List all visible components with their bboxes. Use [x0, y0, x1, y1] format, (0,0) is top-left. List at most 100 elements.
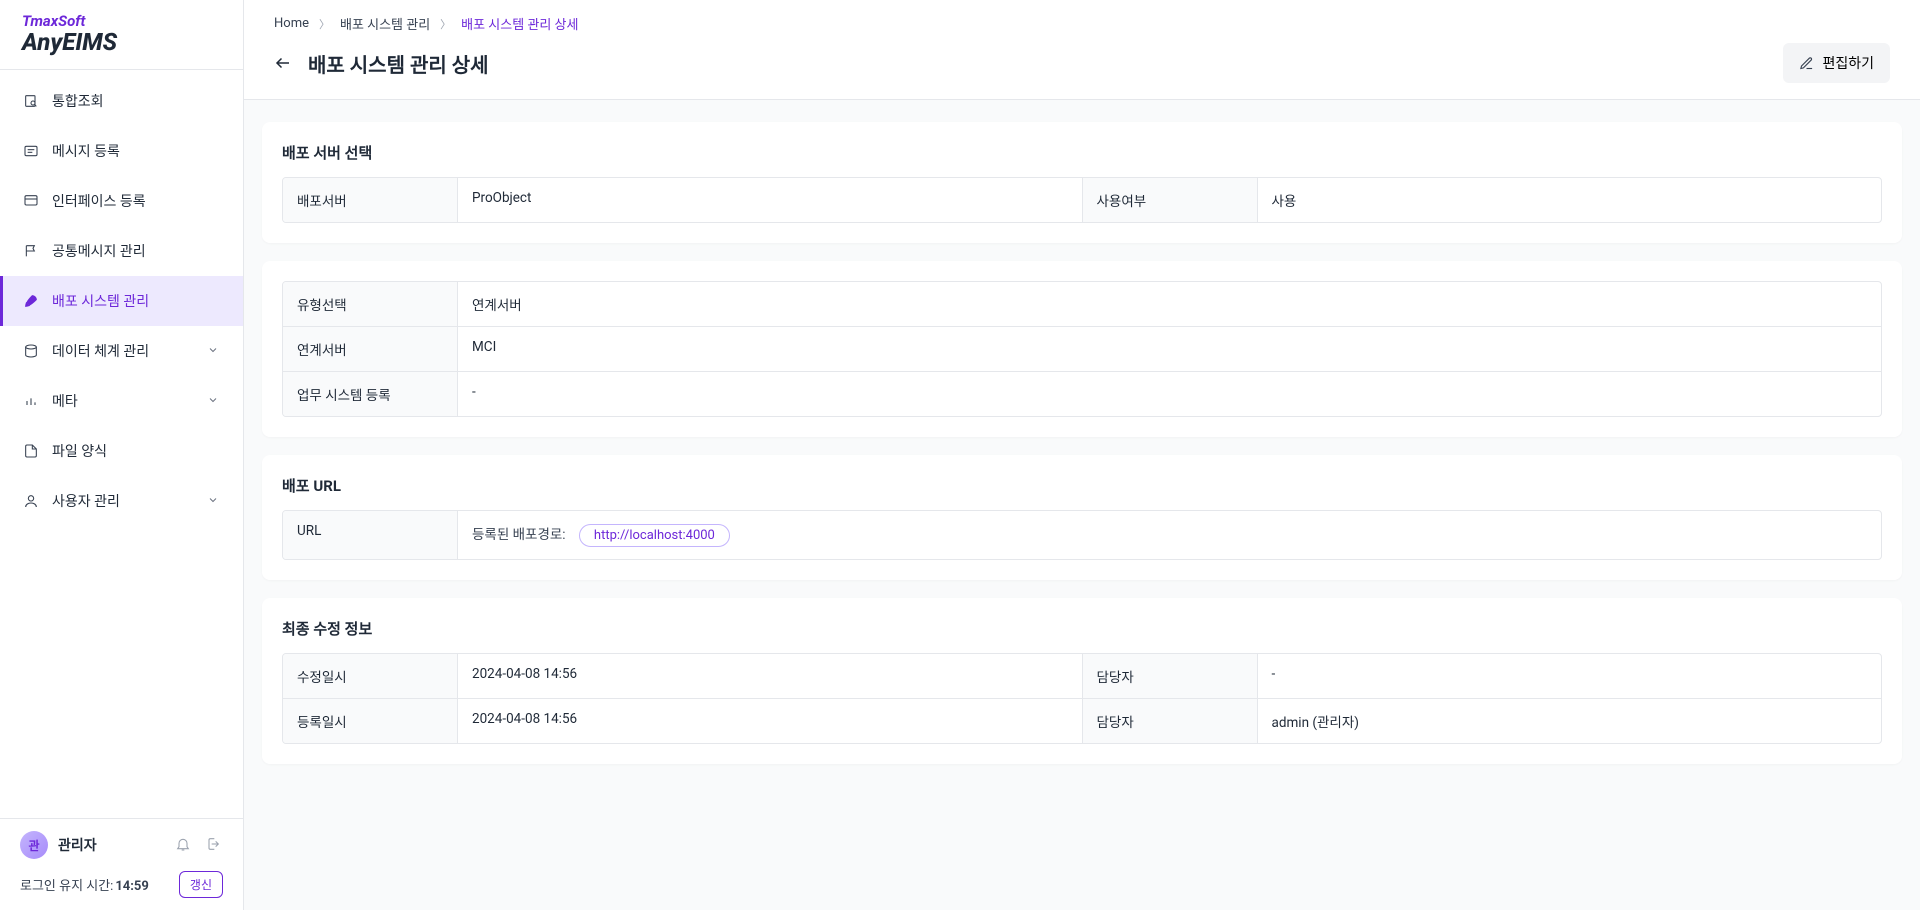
crumb-home[interactable]: Home	[274, 16, 309, 31]
field-label: 유형선택	[283, 282, 458, 326]
sidebar-item-deploy[interactable]: 배포 시스템 관리	[0, 276, 243, 326]
sidebar-item-users[interactable]: 사용자 관리	[0, 476, 243, 526]
sidebar-item-interface[interactable]: 인터페이스 등록	[0, 176, 243, 226]
table-row: 유형선택 연계서버	[283, 282, 1881, 327]
field-value: 2024-04-08 14:56	[458, 654, 1083, 698]
sidebar-item-common-message[interactable]: 공통메시지 관리	[0, 226, 243, 276]
main-header: Home 〉 배포 시스템 관리 〉 배포 시스템 관리 상세 배포 시스템 관…	[244, 0, 1920, 100]
page-title: 배포 시스템 관리 상세	[308, 49, 489, 78]
chevron-down-icon	[207, 494, 221, 508]
file-icon	[22, 442, 40, 460]
table-row: 등록일시 2024-04-08 14:56 담당자 admin (관리자)	[283, 699, 1881, 743]
card-server-select: 배포 서버 선택 배포서버 ProObject 사용여부 사용	[262, 122, 1902, 243]
chevron-down-icon	[207, 394, 221, 408]
url-prefix: 등록된 배포경로:	[472, 527, 566, 543]
rocket-icon	[22, 292, 40, 310]
session-label: 로그인 유지 시간:14:59	[20, 875, 149, 894]
avatar[interactable]: 관	[20, 831, 48, 859]
field-value: MCI	[458, 327, 1881, 371]
table-row: 수정일시 2024-04-08 14:56 담당자 -	[283, 654, 1881, 699]
edit-button[interactable]: 편집하기	[1783, 43, 1890, 83]
field-value: admin (관리자)	[1258, 699, 1882, 743]
sidebar-footer: 관 관리자 로그인 유지 시간:14:59 갱신	[0, 818, 243, 910]
search-doc-icon	[22, 92, 40, 110]
chart-icon	[22, 392, 40, 410]
card-type: 유형선택 연계서버 연계서버 MCI 업무 시스템 등록 -	[262, 261, 1902, 437]
field-label: 등록일시	[283, 699, 458, 743]
sidebar-item-meta[interactable]: 메타	[0, 376, 243, 426]
sidebar-nav: 통합조회 메시지 등록 인터페이스 등록 공통메시지 관리 배포 시스템 관리 …	[0, 70, 243, 818]
edit-button-label: 편집하기	[1822, 53, 1874, 73]
sidebar-item-data[interactable]: 데이터 체계 관리	[0, 326, 243, 376]
logo[interactable]: TmaxSoft AnyEIMS	[0, 0, 243, 70]
sidebar-item-label: 데이터 체계 관리	[52, 341, 207, 361]
session-row: 로그인 유지 시간:14:59 갱신	[20, 871, 223, 898]
sidebar-item-label: 메타	[52, 391, 207, 411]
field-label: 연계서버	[283, 327, 458, 371]
sidebar-item-label: 통합조회	[52, 91, 221, 111]
field-value: -	[1258, 654, 1882, 698]
crumb-level2: 배포 시스템 관리 상세	[461, 14, 578, 33]
sidebar: TmaxSoft AnyEIMS 통합조회 메시지 등록 인터페이스 등록 공통…	[0, 0, 244, 910]
card-title: 배포 서버 선택	[282, 142, 1882, 163]
crumb-level1[interactable]: 배포 시스템 관리	[340, 14, 430, 33]
database-icon	[22, 342, 40, 360]
flag-icon	[22, 242, 40, 260]
card-url: 배포 URL URL 등록된 배포경로: http://localhost:40…	[262, 455, 1902, 580]
chevron-right-icon: 〉	[440, 16, 451, 32]
user-name: 관리자	[58, 835, 163, 855]
user-row: 관 관리자	[20, 831, 223, 859]
table-row: URL 등록된 배포경로: http://localhost:4000	[283, 511, 1881, 559]
sidebar-item-label: 인터페이스 등록	[52, 191, 221, 211]
logo-company: TmaxSoft	[22, 14, 223, 29]
logo-product: AnyEIMS	[22, 29, 223, 55]
chevron-right-icon: 〉	[319, 16, 330, 32]
field-value: 연계서버	[458, 282, 1881, 326]
field-value: -	[458, 372, 1881, 416]
session-time: 14:59	[115, 879, 149, 894]
table-row: 배포서버 ProObject 사용여부 사용	[283, 178, 1881, 222]
card-modified: 최종 수정 정보 수정일시 2024-04-08 14:56 담당자 - 등록일…	[262, 598, 1902, 764]
field-label: 사용여부	[1083, 178, 1258, 222]
sidebar-item-file[interactable]: 파일 양식	[0, 426, 243, 476]
sidebar-item-label: 배포 시스템 관리	[52, 291, 221, 311]
card-title: 배포 URL	[282, 475, 1882, 496]
field-value: 2024-04-08 14:56	[458, 699, 1083, 743]
user-icon	[22, 492, 40, 510]
sidebar-item-label: 메시지 등록	[52, 141, 221, 161]
title-row: 배포 시스템 관리 상세 편집하기	[274, 43, 1890, 83]
main: Home 〉 배포 시스템 관리 〉 배포 시스템 관리 상세 배포 시스템 관…	[244, 0, 1920, 910]
sidebar-item-message[interactable]: 메시지 등록	[0, 126, 243, 176]
sidebar-item-label: 파일 양식	[52, 441, 221, 461]
back-button[interactable]	[274, 53, 294, 73]
content: 배포 서버 선택 배포서버 ProObject 사용여부 사용 유형선택 연계서…	[244, 100, 1920, 910]
detail-table: URL 등록된 배포경로: http://localhost:4000	[282, 510, 1882, 560]
sidebar-item-label: 사용자 관리	[52, 491, 207, 511]
field-value: ProObject	[458, 178, 1083, 222]
field-label: URL	[283, 511, 458, 559]
edit-icon	[1799, 56, 1814, 71]
field-label: 수정일시	[283, 654, 458, 698]
url-badge[interactable]: http://localhost:4000	[579, 524, 730, 547]
detail-table: 유형선택 연계서버 연계서버 MCI 업무 시스템 등록 -	[282, 281, 1882, 417]
detail-table: 배포서버 ProObject 사용여부 사용	[282, 177, 1882, 223]
field-label: 배포서버	[283, 178, 458, 222]
field-label: 담당자	[1083, 654, 1258, 698]
breadcrumb: Home 〉 배포 시스템 관리 〉 배포 시스템 관리 상세	[274, 14, 1890, 33]
bell-icon[interactable]	[175, 836, 193, 854]
message-icon	[22, 142, 40, 160]
card-title: 최종 수정 정보	[282, 618, 1882, 639]
table-row: 연계서버 MCI	[283, 327, 1881, 372]
logout-icon[interactable]	[205, 836, 223, 854]
refresh-button[interactable]: 갱신	[179, 871, 223, 898]
field-label: 담당자	[1083, 699, 1258, 743]
field-value: 사용	[1258, 178, 1882, 222]
interface-icon	[22, 192, 40, 210]
chevron-down-icon	[207, 344, 221, 358]
sidebar-item-search[interactable]: 통합조회	[0, 76, 243, 126]
detail-table: 수정일시 2024-04-08 14:56 담당자 - 등록일시 2024-04…	[282, 653, 1882, 744]
sidebar-item-label: 공통메시지 관리	[52, 241, 221, 261]
table-row: 업무 시스템 등록 -	[283, 372, 1881, 416]
field-value: 등록된 배포경로: http://localhost:4000	[458, 511, 1881, 559]
field-label: 업무 시스템 등록	[283, 372, 458, 416]
